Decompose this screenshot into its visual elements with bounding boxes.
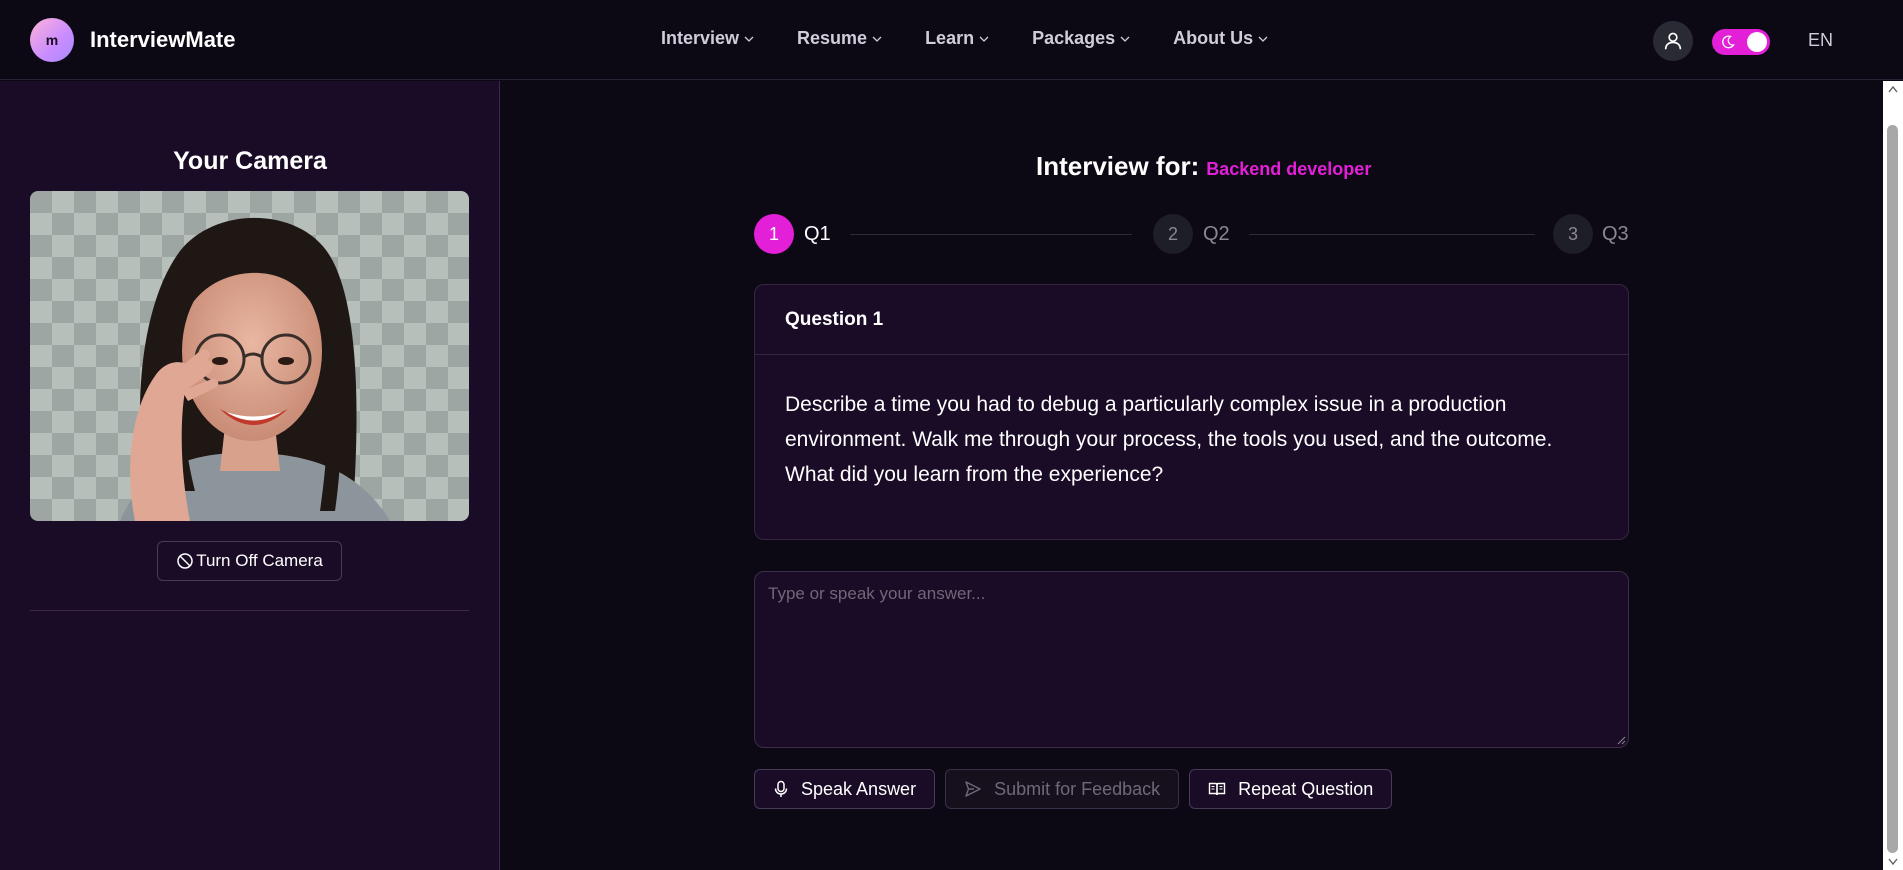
repeat-question-label: Repeat Question (1238, 778, 1374, 799)
sidebar-divider (30, 610, 469, 611)
camera-feed-image (120, 217, 390, 521)
step-1-circle[interactable]: 1 (754, 214, 794, 254)
brand-logo[interactable]: m InterviewMate (30, 18, 236, 62)
step-connector (850, 234, 1132, 235)
send-icon (965, 781, 981, 797)
main-nav: Interview Resume Learn Packages About Us (661, 28, 1269, 49)
vertical-scrollbar[interactable] (1883, 81, 1903, 870)
microphone-icon (774, 780, 788, 797)
camera-preview (30, 191, 469, 521)
submit-feedback-button[interactable]: Submit for Feedback (945, 769, 1180, 809)
repeat-question-button[interactable]: Repeat Question (1189, 769, 1393, 809)
step-1-label: Q1 (804, 223, 831, 245)
book-icon (1208, 782, 1226, 796)
toggle-knob (1747, 32, 1767, 52)
nav-item-label: Learn (925, 28, 975, 48)
logo-badge: m (30, 18, 74, 62)
answer-actions: Speak Answer Submit for Feedback Repeat … (754, 769, 1402, 809)
submit-feedback-label: Submit for Feedback (994, 778, 1161, 799)
turn-off-camera-button[interactable]: Turn Off Camera (157, 541, 342, 581)
interview-heading: Interview for: Backend developer (1036, 151, 1371, 182)
nav-item-interview[interactable]: Interview (661, 28, 755, 49)
nav-item-label: Resume (797, 28, 868, 48)
step-2-label: Q2 (1203, 223, 1230, 245)
speak-answer-button[interactable]: Speak Answer (754, 769, 936, 809)
nav-item-resume[interactable]: Resume (797, 28, 883, 49)
moon-icon (1722, 35, 1735, 49)
chevron-down-icon (1258, 36, 1268, 42)
question-card: Question 1 Describe a time you had to de… (754, 284, 1629, 540)
turn-off-camera-label: Turn Off Camera (196, 551, 323, 570)
answer-textarea[interactable] (754, 571, 1629, 748)
interview-label: Interview for: (1036, 151, 1200, 181)
question-stepper: 1 Q1 2 Q2 3 Q3 (754, 214, 1629, 256)
chevron-down-icon (872, 36, 882, 42)
speak-answer-label: Speak Answer (801, 778, 917, 799)
chevron-down-icon (744, 36, 754, 42)
language-switcher[interactable]: EN (1808, 30, 1833, 51)
step-3-circle[interactable]: 3 (1553, 214, 1593, 254)
step-2-circle[interactable]: 2 (1153, 214, 1193, 254)
theme-toggle[interactable] (1712, 29, 1770, 55)
scroll-down-arrow-icon[interactable] (1888, 858, 1898, 866)
chevron-down-icon (1120, 36, 1130, 42)
step-3-label: Q3 (1602, 223, 1629, 245)
nav-item-label: Packages (1032, 28, 1116, 48)
camera-sidebar: Your Camera Turn Off Camera (0, 81, 500, 870)
user-profile-button[interactable] (1653, 21, 1693, 61)
nav-item-learn[interactable]: Learn (925, 28, 990, 49)
question-text: Describe a time you had to debug a parti… (785, 393, 1553, 486)
step-connector (1249, 234, 1535, 235)
brand-name: InterviewMate (90, 27, 236, 52)
nav-item-label: About Us (1173, 28, 1254, 48)
question-title: Question 1 (755, 285, 1628, 355)
nav-item-packages[interactable]: Packages (1032, 28, 1131, 49)
nav-item-label: Interview (661, 28, 740, 48)
chevron-down-icon (979, 36, 989, 42)
camera-title: Your Camera (173, 147, 327, 175)
scroll-up-arrow-icon[interactable] (1888, 85, 1898, 93)
user-icon (1664, 32, 1682, 50)
camera-off-icon (177, 553, 193, 569)
nav-item-about-us[interactable]: About Us (1173, 28, 1269, 49)
interview-role: Backend developer (1206, 159, 1372, 179)
scrollbar-thumb[interactable] (1887, 125, 1898, 853)
resize-handle-icon[interactable] (1616, 735, 1626, 745)
top-navbar: m InterviewMate Interview Resume Learn P… (0, 0, 1903, 80)
